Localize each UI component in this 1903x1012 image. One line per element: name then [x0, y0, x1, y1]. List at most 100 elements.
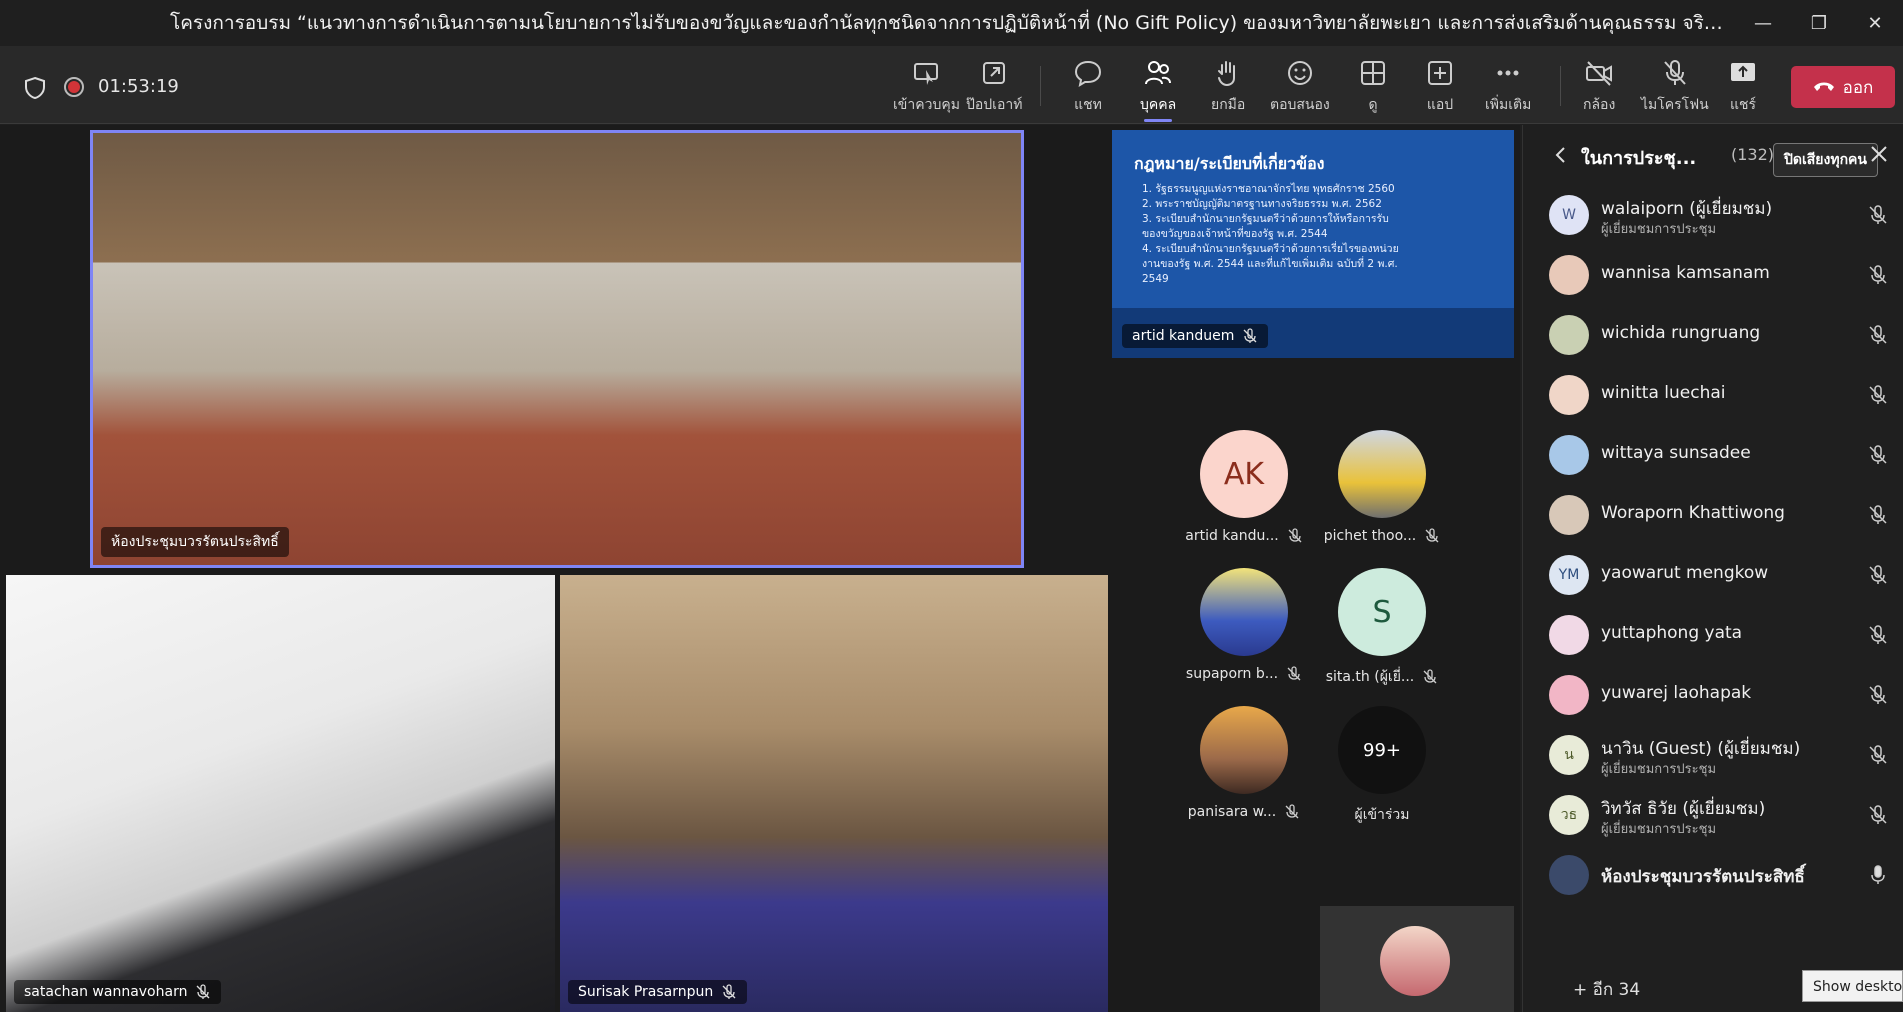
take-control-button[interactable]: เข้าควบคุม: [893, 54, 960, 120]
mic-off-icon: [1243, 328, 1257, 343]
gallery-participant[interactable]: panisara w...: [1174, 706, 1314, 820]
shared-content-tile[interactable]: กฎหมาย/ระเบียบที่เกี่ยวข้อง 1. รัฐธรรมนู…: [1112, 130, 1514, 358]
react-icon: [1287, 61, 1312, 85]
participant-row[interactable]: wichida rungruang: [1523, 305, 1903, 365]
panel-header: ในการประชุ... (132) ปิดเสียงทุกคน: [1523, 125, 1903, 185]
avatar: [1549, 435, 1589, 475]
gallery-participant[interactable]: S sita.th (ผู้เยี่...: [1312, 568, 1452, 688]
meeting-timer: 01:53:19: [98, 76, 179, 97]
participant-row[interactable]: wannisa kamsanam: [1523, 245, 1903, 305]
overflow-count: 99+: [1338, 706, 1426, 794]
people-button[interactable]: บุคคล: [1140, 54, 1176, 122]
participant-role: ผู้เยี่ยมชมการประชุม: [1601, 762, 1717, 777]
shield-icon[interactable]: [24, 76, 46, 100]
avatar: [1549, 675, 1589, 715]
participant-name: satachan wannavoharn: [24, 984, 188, 1000]
microphone-label: ไมโครโฟน: [1641, 97, 1709, 113]
participant-name-label: Surisak Prasarnpun: [568, 980, 748, 1004]
title-bar: โครงการอบรม “แนวทางการดำเนินการตามนโยบาย…: [0, 0, 1903, 46]
slide-item: 3. ระเบียบสำนักนายกรัฐมนตรีว่าด้วยการให้…: [1142, 213, 1389, 240]
toolbar-divider: [1560, 66, 1561, 106]
raise-hand-icon: [1218, 61, 1236, 87]
avatar: [1549, 315, 1589, 355]
participant-count: (132): [1731, 145, 1775, 164]
mic-off-icon: [1869, 805, 1887, 824]
react-button[interactable]: ตอบสนอง: [1270, 54, 1330, 120]
participant-name: ห้องประชุมบวรรัตนประสิทธิ์: [111, 534, 279, 550]
video-feed: [93, 133, 1021, 565]
microphone-button[interactable]: ไมโครโฟน: [1641, 54, 1709, 120]
pop-out-icon: [983, 62, 1006, 84]
participant-name: yuttaphong yata: [1601, 623, 1743, 643]
chat-icon: [1074, 60, 1102, 88]
show-desktop-tooltip: Show desktop: [1802, 970, 1903, 1002]
share-icon: [1731, 63, 1755, 81]
participant-row[interactable]: wittaya sunsadee: [1523, 425, 1903, 485]
mic-off-icon: [1869, 445, 1887, 464]
camera-button[interactable]: กล้อง: [1583, 54, 1615, 120]
mic-off-icon: [1869, 685, 1887, 704]
gallery-participant[interactable]: supaporn b...: [1174, 568, 1314, 682]
mic-off-icon: [1871, 865, 1885, 884]
avatar: [1549, 855, 1589, 895]
slide-item: 2. พระราชบัญญัติมาตรฐานทางจริยธรรม พ.ศ. …: [1142, 198, 1382, 210]
participant-row[interactable]: yuwarej laohapak: [1523, 665, 1903, 725]
avatar: [1549, 255, 1589, 295]
chat-button[interactable]: แชท: [1073, 54, 1103, 120]
participant-name: wannisa kamsanam: [1601, 263, 1770, 283]
mic-off-icon: [1869, 205, 1887, 224]
participant-name: yaowarut mengkow: [1601, 563, 1769, 583]
self-view-tile[interactable]: [1320, 906, 1514, 1012]
participants-panel: ในการประชุ... (132) ปิดเสียงทุกคน Wwalai…: [1522, 125, 1903, 1012]
window-controls: — ❐ ✕: [1735, 0, 1903, 46]
video-tile-surisak[interactable]: Surisak Prasarnpun: [560, 575, 1108, 1012]
people-icon: [1145, 61, 1172, 85]
share-label: แชร์: [1729, 97, 1757, 113]
gallery-participant[interactable]: AK artid kandu...: [1174, 430, 1314, 544]
slide-list: 1. รัฐธรรมนูญแห่งราชอาณาจักรไทย พุทธศักร…: [1142, 182, 1402, 287]
more-button[interactable]: เพิ่มเติม: [1485, 54, 1531, 120]
participant-row[interactable]: Woraporn Khattiwong: [1523, 485, 1903, 545]
view-button[interactable]: ดู: [1358, 54, 1388, 120]
participant-row[interactable]: winitta luechai: [1523, 365, 1903, 425]
participant-name-label: satachan wannavoharn: [14, 980, 222, 1004]
leave-button[interactable]: ออก: [1791, 66, 1895, 108]
mute-all-button[interactable]: ปิดเสียงทุกคน: [1773, 143, 1878, 177]
mic-off-icon: [1664, 60, 1686, 85]
video-tile-satachan[interactable]: satachan wannavoharn: [6, 575, 555, 1012]
avatar: [1549, 375, 1589, 415]
apps-button[interactable]: แอป: [1425, 54, 1455, 120]
gallery-name-row: pichet thoo...: [1324, 528, 1441, 544]
chevron-left-icon[interactable]: [1551, 145, 1571, 165]
camera-label: กล้อง: [1583, 97, 1616, 113]
show-more-link[interactable]: + อีก 34: [1573, 976, 1640, 1003]
maximize-button[interactable]: ❐: [1791, 0, 1847, 46]
raise-hand-button[interactable]: ยกมือ: [1211, 54, 1245, 120]
phone-hangup-icon: [1813, 82, 1834, 91]
participant-row[interactable]: นนาวิน (Guest) (ผู้เยี่ยมชม) ผู้เยี่ยมชมก…: [1523, 725, 1903, 785]
mic-off-icon: [1869, 325, 1887, 344]
gallery-participant[interactable]: pichet thoo...: [1312, 430, 1452, 544]
slide-item: 1. รัฐธรรมนูญแห่งราชอาณาจักรไทย พุทธศักร…: [1142, 183, 1395, 195]
participant-row[interactable]: วธ วิทวัส ธิวัย (ผู้เยี่ยมชม) ผู้เยี่ยมชมก…: [1523, 785, 1903, 845]
presenter-name: artid kanduem: [1132, 328, 1235, 344]
pop-out-label: ป๊อปเอาท์: [966, 97, 1023, 113]
take-control-label: เข้าควบคุม: [893, 97, 960, 113]
pop-out-button[interactable]: ป๊อปเอาท์: [966, 54, 1022, 120]
participant-row[interactable]: Wwalaiporn (ผู้เยี่ยมชม) ผู้เยี่ยมชมการปร…: [1523, 185, 1903, 245]
more-participants[interactable]: 99+ ผู้เข้าร่วม: [1312, 706, 1452, 826]
participant-row[interactable]: yuttaphong yata: [1523, 605, 1903, 665]
meeting-stage: ห้องประชุมบวรรัตนประสิทธิ์ กฎหมาย/ระเบีย…: [0, 125, 1520, 1012]
close-icon[interactable]: [1870, 145, 1888, 163]
close-window-button[interactable]: ✕: [1847, 0, 1903, 46]
react-label: ตอบสนอง: [1270, 97, 1330, 113]
camera-off-icon: [1586, 61, 1613, 86]
avatar: [1549, 615, 1589, 655]
share-button[interactable]: แชร์: [1728, 54, 1758, 120]
raise-hand-label: ยกมือ: [1211, 97, 1246, 113]
video-tile-room[interactable]: ห้องประชุมบวรรัตนประสิทธิ์: [90, 130, 1024, 568]
participant-row[interactable]: YM yaowarut mengkow: [1523, 545, 1903, 605]
participant-row[interactable]: ห้องประชุมบวรรัตนประสิทธิ์: [1523, 845, 1903, 905]
minimize-button[interactable]: —: [1735, 0, 1791, 46]
participant-name: wittaya sunsadee: [1601, 443, 1751, 463]
